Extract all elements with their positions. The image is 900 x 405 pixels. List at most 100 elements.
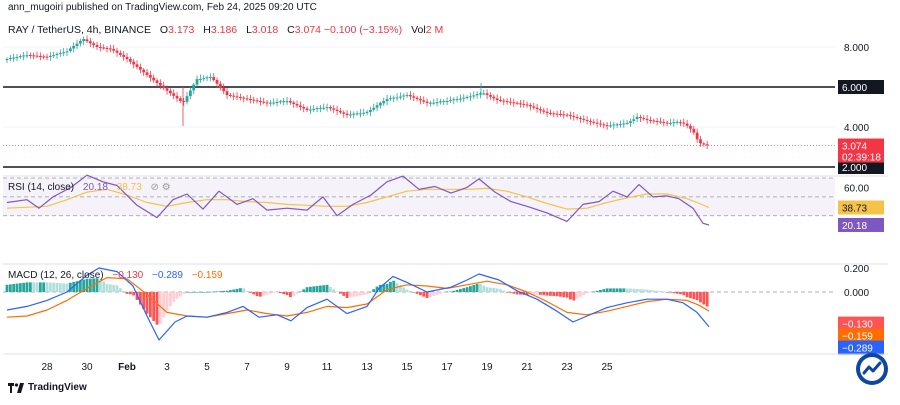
time-tick-label: Feb: [118, 362, 136, 373]
candle-body: [432, 102, 436, 104]
candle: [232, 92, 236, 101]
candle-body: [532, 106, 536, 108]
candle-body: [242, 97, 246, 99]
macd-histogram-bar: [489, 287, 492, 292]
macd-histogram-bar: [459, 288, 462, 292]
candle: [292, 100, 296, 109]
rsi-legend-value: 20.18: [82, 182, 108, 193]
macd-histogram-bar: [605, 288, 609, 292]
candle: [399, 92, 402, 100]
candle-body: [85, 39, 89, 42]
candle: [349, 110, 352, 119]
macd-legend[interactable]: MACD (12, 26, close) −0.130 −0.289 −0.15…: [8, 270, 223, 281]
rsi-legend[interactable]: RSI (14, close) 20.18 38.73 ⊘ ⚙: [8, 182, 171, 193]
candle-body: [689, 125, 692, 129]
macd-histogram-bar: [652, 290, 656, 292]
candle-body: [22, 55, 26, 57]
macd-histogram-bar: [255, 292, 259, 297]
candle-body: [525, 104, 529, 106]
candle: [565, 113, 569, 118]
candle-body: [485, 93, 489, 96]
macd-histogram-bar: [345, 292, 349, 298]
candle: [95, 41, 99, 50]
macd-histogram-bar: [318, 285, 322, 292]
candle-body: [75, 43, 79, 46]
candle-body: [272, 102, 276, 104]
candle: [335, 105, 339, 115]
candle: [242, 95, 246, 103]
macd-histogram-bar: [495, 288, 499, 292]
candle-body: [15, 57, 19, 59]
macd-histogram-bar: [452, 290, 456, 292]
candle-body: [135, 64, 139, 68]
candle-body: [385, 99, 389, 102]
macd-histogram-bar: [232, 289, 236, 292]
candle: [28, 52, 32, 59]
macd-histogram-bar: [682, 292, 686, 296]
macd-histogram-bar: [612, 288, 616, 292]
candle-body: [108, 48, 112, 50]
candle-body: [579, 118, 582, 120]
candle: [285, 97, 289, 105]
candle: [65, 48, 69, 56]
candle: [605, 122, 609, 130]
candle-body: [198, 78, 202, 80]
candle: [25, 51, 29, 59]
candle-body: [222, 87, 226, 92]
macd-histogram-bar: [222, 290, 226, 292]
candle-body: [205, 77, 209, 79]
candle-body: [589, 121, 592, 123]
symbol-label[interactable]: RAY / TetherUS, 4h, BINANCE: [8, 24, 151, 36]
macd-histogram-bar: [419, 292, 422, 296]
candle: [569, 111, 572, 120]
candle-body: [178, 98, 182, 101]
candle-body: [375, 105, 379, 108]
macd-histogram-bar: [619, 288, 622, 292]
candle: [98, 43, 102, 52]
candle: [258, 97, 262, 106]
candle-body: [148, 75, 152, 78]
tradingview-brand-label: TradingView: [28, 382, 87, 393]
time-tick-label: 17: [441, 362, 453, 373]
macd-histogram-bar: [702, 292, 706, 305]
candle: [339, 107, 342, 115]
candle-body: [475, 94, 479, 96]
macd-histogram-bar: [695, 292, 699, 301]
tradingview-brand[interactable]: TradingView: [8, 382, 87, 393]
candle-body: [602, 124, 606, 126]
macd-histogram-bar: [325, 284, 329, 292]
rsi-ma-badge: 38.73: [838, 200, 884, 215]
macd-histogram-bar: [8, 284, 12, 292]
candle: [439, 98, 442, 105]
time-tick-label: 9: [284, 362, 290, 373]
candle: [665, 120, 669, 127]
candle: [288, 97, 292, 105]
candle-body: [659, 121, 662, 123]
candle: [72, 42, 76, 53]
candle-body: [429, 102, 432, 104]
candle: [512, 98, 516, 107]
macd-histogram-bar: [172, 292, 176, 302]
macd-histogram-bar: [659, 291, 662, 292]
candle-body: [255, 100, 259, 102]
macd-histogram-bar: [152, 292, 156, 321]
time-tick-label: 30: [81, 362, 93, 373]
candle: [705, 140, 709, 150]
macd-tick-label: 0.200: [844, 264, 869, 275]
macd-histogram-bar: [162, 292, 166, 318]
macd-histogram-bar: [245, 291, 249, 292]
candle-body: [342, 112, 346, 114]
price-pane[interactable]: 8.0004.0002.0006.0002.0003.07402:39:18: [3, 35, 888, 177]
macd-histogram-bar: [639, 289, 642, 292]
candle-body: [569, 115, 572, 117]
candle: [125, 53, 129, 63]
candle: [652, 118, 656, 124]
time-axis[interactable]: 28 30 Feb 3 5 7 9 11 13 15 17 19 21 23 25: [3, 353, 888, 373]
macd-histogram-bar: [559, 292, 562, 297]
rsi-eye-icon[interactable]: ⊘ ⚙: [151, 182, 171, 193]
candle-body: [382, 101, 386, 104]
candle-body: [665, 122, 669, 124]
candle: [625, 120, 629, 126]
candle: [445, 97, 449, 105]
candle-body: [325, 107, 329, 109]
